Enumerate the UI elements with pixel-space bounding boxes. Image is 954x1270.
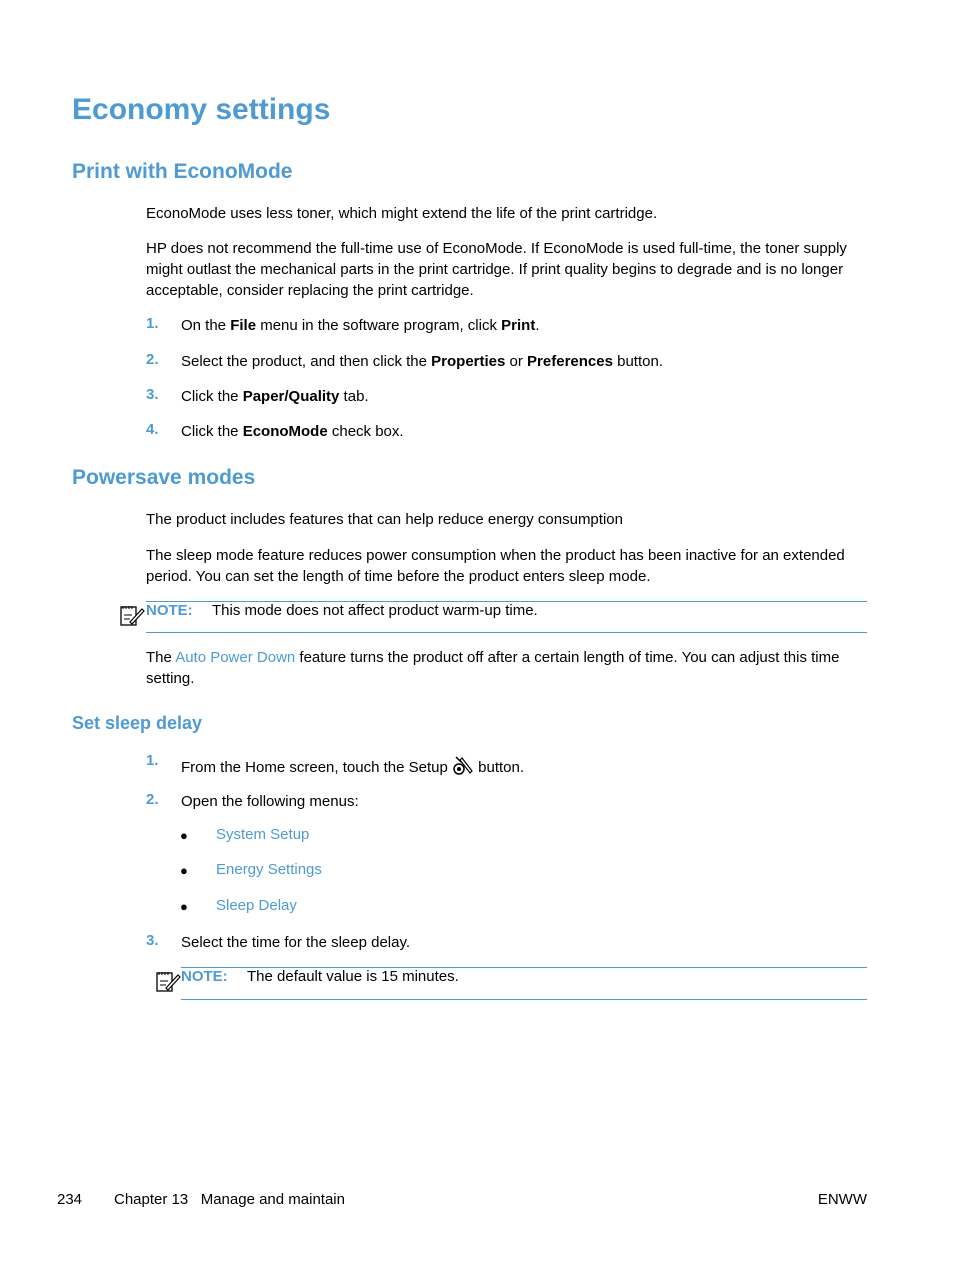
step-text: Select the product, and then click the P… [181, 353, 663, 370]
paragraph: EconoMode uses less toner, which might e… [146, 205, 658, 222]
note-bottom-rule [146, 632, 867, 633]
note-text: This mode does not affect product warm-u… [212, 602, 538, 619]
note-icon [119, 603, 145, 632]
paragraph: The product includes features that can h… [146, 511, 623, 528]
bullet: ● [180, 863, 188, 878]
step-number: 2. [146, 351, 159, 368]
paragraph: The Auto Power Down feature turns the pr… [146, 649, 840, 687]
step-text: Click the EconoMode check box. [181, 423, 404, 440]
step-text: Click the Paper/Quality tab. [181, 388, 369, 405]
bullet: ● [180, 899, 188, 914]
auto-power-down-link[interactable]: Auto Power Down [175, 649, 295, 666]
step-text: From the Home screen, touch the Setup bu… [181, 754, 524, 782]
footer-right: ENWW [817, 1191, 867, 1208]
paragraph: HP does not recommend the full-time use … [146, 240, 847, 299]
step-number: 3. [146, 386, 159, 403]
step-text: Open the following menus: [181, 793, 359, 810]
menu-link-sleep-delay[interactable]: Sleep Delay [216, 897, 297, 914]
menu-link-system-setup[interactable]: System Setup [216, 826, 309, 843]
step-number: 3. [146, 932, 159, 949]
note-bottom-rule [181, 999, 867, 1000]
section-heading-sleep-delay: Set sleep delay [72, 713, 203, 733]
section-heading-econo: Print with EconoMode [72, 160, 293, 183]
note-icon [155, 969, 181, 998]
step-text: Select the time for the sleep delay. [181, 934, 411, 951]
footer-page-number: 234 [57, 1191, 83, 1208]
page-title: Economy settings [72, 93, 331, 126]
step-number: 2. [146, 791, 159, 808]
note-text: The default value is 15 minutes. [247, 968, 459, 985]
menu-link-energy-settings[interactable]: Energy Settings [216, 861, 322, 878]
step-number: 1. [146, 752, 159, 769]
setup-wrench-icon [452, 754, 474, 782]
step-number: 4. [146, 421, 159, 438]
step-number: 1. [146, 315, 159, 332]
paragraph: The sleep mode feature reduces power con… [146, 547, 845, 585]
bullet: ● [180, 828, 188, 843]
section-heading-powersave: Powersave modes [72, 466, 256, 489]
step-text: On the File menu in the software program… [181, 317, 540, 334]
note-label: NOTE: [146, 602, 193, 619]
footer-chapter: Chapter 13 Manage and maintain [114, 1191, 345, 1208]
note-label: NOTE: [181, 968, 228, 985]
